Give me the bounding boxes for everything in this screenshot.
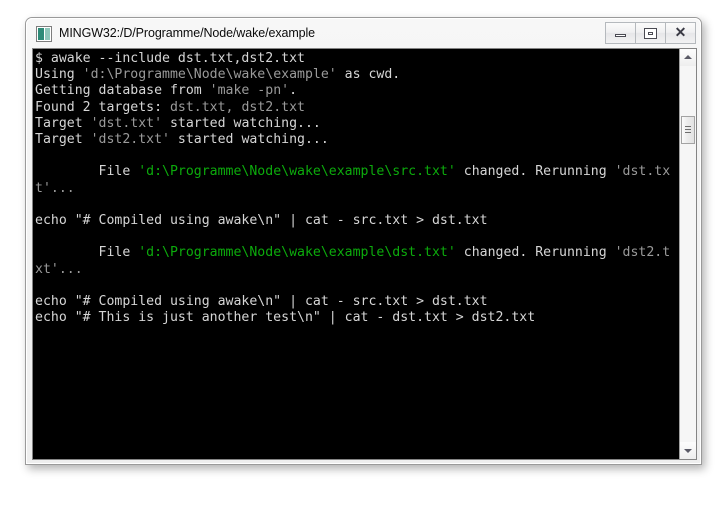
- line-file2-wrap: xt'...: [35, 262, 681, 278]
- terminal-text-segment: started watching...: [162, 115, 321, 131]
- scroll-up-arrow[interactable]: [680, 49, 696, 66]
- terminal-text-segment: File: [35, 245, 139, 261]
- line-file1-wrap: t'...: [35, 181, 681, 197]
- terminal-text-segment: changed. Rerunning: [455, 164, 615, 180]
- scrollbar-track[interactable]: [680, 66, 696, 442]
- terminal-text-segment: File: [35, 164, 139, 180]
- minimize-button[interactable]: [605, 22, 636, 44]
- terminal-text-segment: Target: [35, 115, 91, 131]
- scroll-down-arrow-icon: [684, 449, 692, 453]
- line-blank-2: [35, 197, 681, 213]
- minimize-icon: [615, 34, 626, 37]
- line-echo2: echo "# Compiled using awake\n" | cat - …: [35, 294, 681, 310]
- terminal-window: MINGW32:/D/Programme/Node/wake/example ✕: [25, 17, 702, 465]
- line-blank-3: [35, 229, 681, 245]
- scrollbar-thumb[interactable]: [681, 116, 695, 144]
- terminal-text-segment: Using: [35, 67, 83, 83]
- terminal-text-segment: as cwd.: [336, 67, 401, 83]
- line-command: $ awake --include dst.txt,dst2.txt: [35, 51, 681, 67]
- terminal-text-segment: 'dst.tx: [614, 164, 671, 180]
- terminal-text-segment: echo "# Compiled using awake\n" | cat - …: [35, 294, 488, 310]
- line-echo1: echo "# Compiled using awake\n" | cat - …: [35, 213, 681, 229]
- scroll-up-arrow-icon: [684, 55, 692, 59]
- terminal-text-segment: 'd:\Programme\Node\wake\example': [82, 67, 337, 83]
- terminal-text-segment: started watching...: [169, 132, 329, 148]
- terminal-text-segment: Found 2 targets:: [35, 99, 170, 115]
- scrollbar-thumb-grip: [685, 126, 691, 127]
- line-getting: Getting database from 'make -pn'.: [35, 83, 681, 99]
- terminal-scrollbar[interactable]: [679, 49, 696, 459]
- line-target2: Target 'dst2.txt' started watching...: [35, 132, 681, 148]
- close-icon: ✕: [674, 24, 687, 40]
- terminal-text-segment: 'd:\Programme\Node\wake\example\dst.txt': [138, 245, 456, 261]
- terminal-text-segment: xt'...: [35, 261, 83, 277]
- terminal-text-segment: 'dst2.txt': [90, 132, 170, 148]
- title-bar[interactable]: MINGW32:/D/Programme/Node/wake/example ✕: [27, 19, 700, 49]
- close-button[interactable]: ✕: [666, 22, 696, 44]
- terminal-text-segment: .: [289, 83, 298, 99]
- terminal-text-segment: $ awake --include dst.txt,dst2.txt: [35, 51, 305, 66]
- mingw-icon-right-block: [45, 28, 50, 40]
- maximize-icon-inner: [648, 32, 653, 35]
- scroll-down-arrow[interactable]: [680, 442, 696, 459]
- line-found: Found 2 targets: dst.txt, dst2.txt: [35, 100, 681, 116]
- terminal-text-segment: changed. Rerunning: [455, 245, 615, 261]
- maximize-icon: [644, 28, 657, 39]
- terminal-text-segment: Target: [35, 132, 91, 148]
- line-file2: File 'd:\Programme\Node\wake\example\dst…: [35, 245, 681, 261]
- line-blank-1: [35, 148, 681, 164]
- line-target1: Target 'dst.txt' started watching...: [35, 116, 681, 132]
- window-inner-frame: MINGW32:/D/Programme/Node/wake/example ✕: [26, 18, 701, 464]
- mingw-icon-left-block: [38, 28, 44, 40]
- window-title: MINGW32:/D/Programme/Node/wake/example: [59, 26, 316, 40]
- terminal-text-segment: 'dst.txt': [90, 115, 163, 131]
- maximize-button[interactable]: [636, 22, 666, 44]
- terminal-output[interactable]: $ awake --include dst.txt,dst2.txt Using …: [33, 49, 681, 459]
- terminal-text-segment: Getting database from: [35, 83, 210, 99]
- terminal-text-segment: 'd:\Programme\Node\wake\example\src.txt': [138, 164, 456, 180]
- terminal-text-segment: echo "# This is just another test\n" | c…: [35, 310, 536, 326]
- mingw-icon: [36, 26, 52, 42]
- terminal-text-segment: 'make -pn': [209, 83, 290, 99]
- desktop-background: MINGW32:/D/Programme/Node/wake/example ✕: [0, 0, 727, 506]
- line-echo3: echo "# This is just another test\n" | c…: [35, 310, 681, 326]
- terminal-text-segment: 'dst2.t: [614, 245, 671, 261]
- window-controls: ✕: [605, 22, 696, 44]
- terminal-text-segment: echo "# Compiled using awake\n" | cat - …: [35, 213, 488, 229]
- terminal-text-segment: dst.txt, dst2.txt: [169, 99, 305, 115]
- line-file1: File 'd:\Programme\Node\wake\example\src…: [35, 164, 681, 180]
- line-using: Using 'd:\Programme\Node\wake\example' a…: [35, 67, 681, 83]
- line-blank-4: [35, 278, 681, 294]
- terminal-client-area: $ awake --include dst.txt,dst2.txt Using …: [32, 48, 697, 460]
- terminal-text-segment: t'...: [35, 180, 75, 196]
